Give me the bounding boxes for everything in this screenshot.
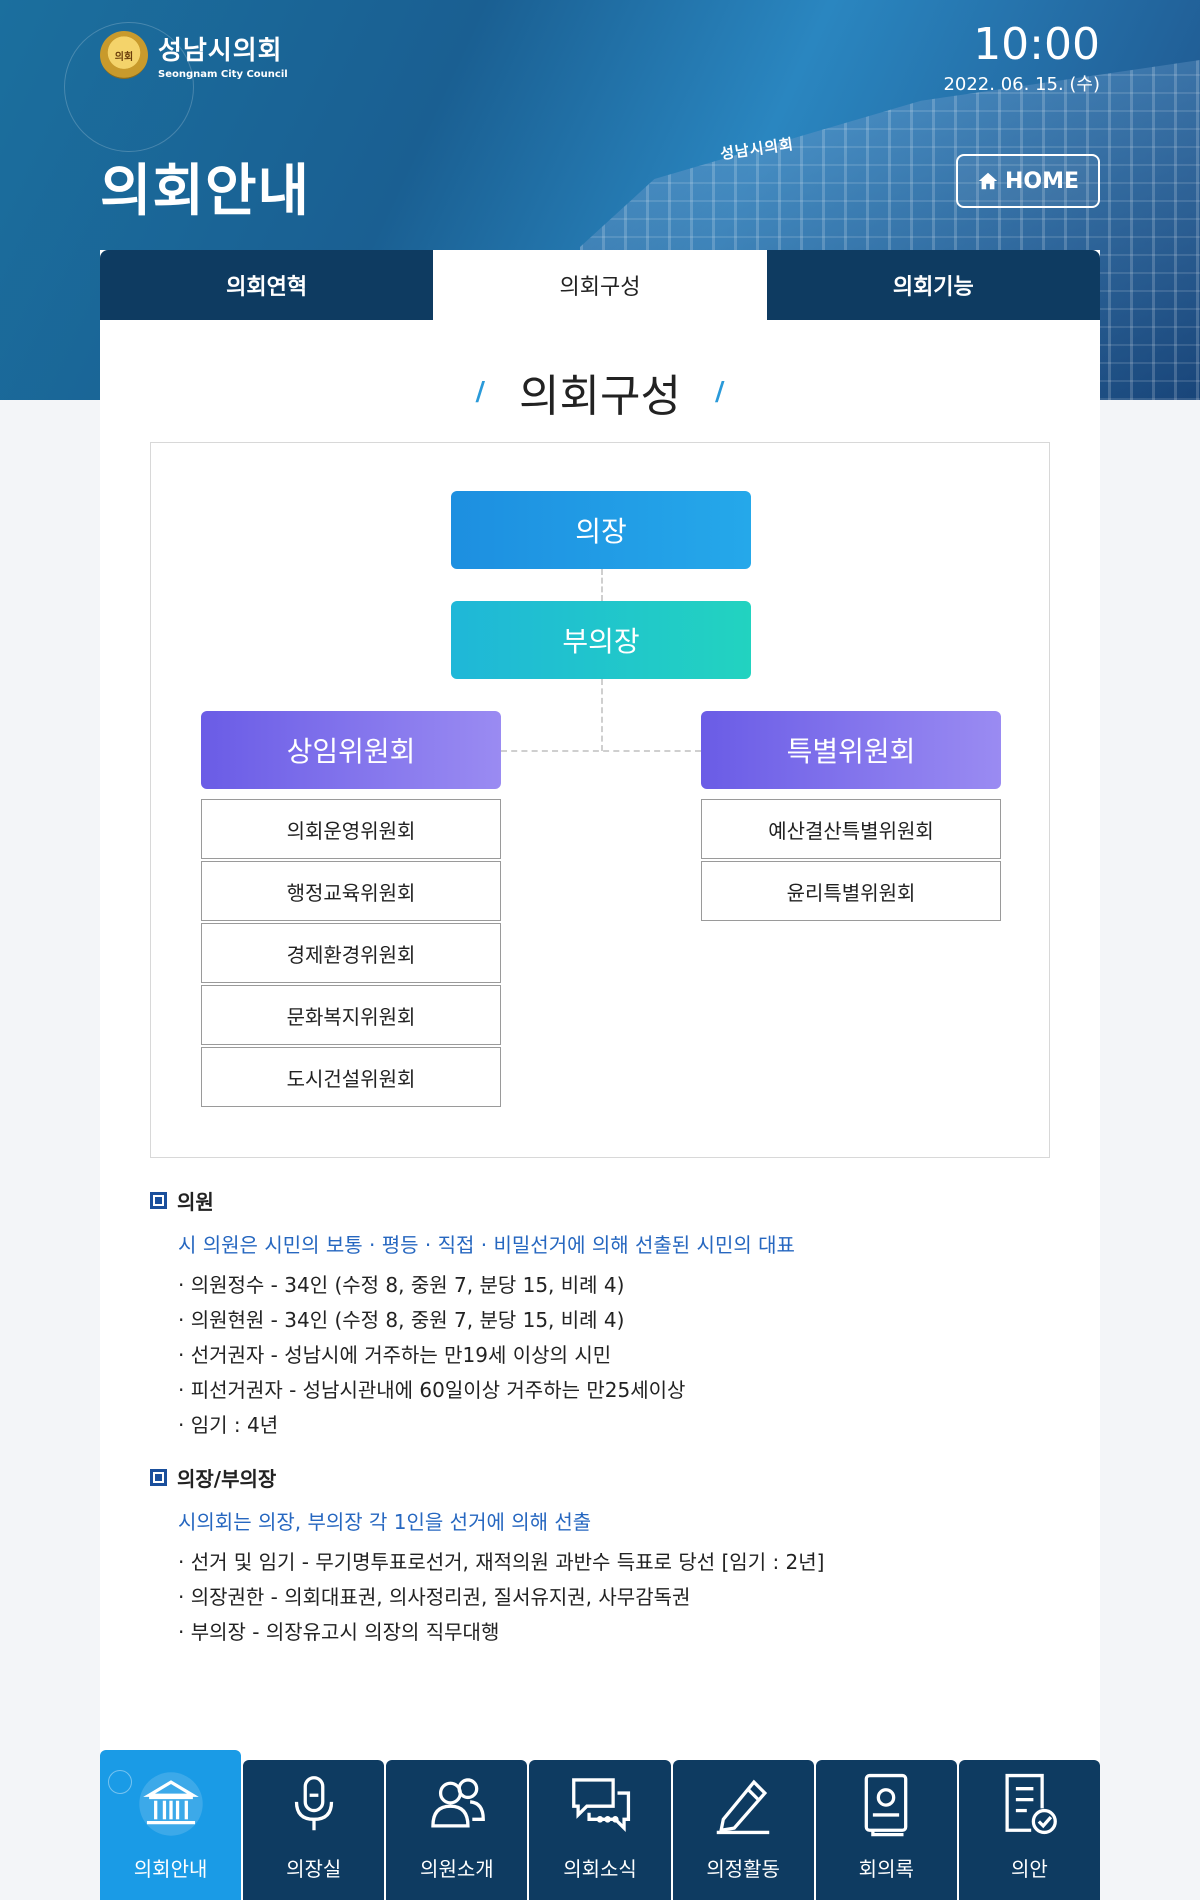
clock-time: 10:00 bbox=[973, 19, 1100, 70]
book-icon bbox=[849, 1767, 923, 1841]
nav-label: 의장실 bbox=[286, 1857, 342, 1881]
microphone-icon bbox=[277, 1767, 351, 1841]
members-lead: 시 의원은 시민의 보통 · 평등 · 직접 · 비밀선거에 의해 선출된 시민… bbox=[178, 1233, 795, 1257]
home-button-label: HOME bbox=[1004, 168, 1080, 194]
nav-minutes[interactable]: 회의록 bbox=[815, 1760, 957, 1900]
slash-accent-icon: / bbox=[475, 377, 486, 407]
nav-members[interactable]: 의원소개 bbox=[386, 1760, 528, 1900]
square-bullet-icon bbox=[150, 1192, 167, 1209]
nav-label: 의회안내 bbox=[133, 1857, 208, 1881]
org-chairman: 의장 bbox=[451, 491, 751, 569]
emblem-label: 의회 bbox=[114, 51, 134, 63]
nav-label: 회의록 bbox=[858, 1857, 914, 1881]
connector-line bbox=[501, 750, 701, 752]
home-button[interactable]: HOME bbox=[956, 154, 1100, 208]
org-chart: 의장 부의장 상임위원회 특별위원회 의회운영위원회 행정교육위원회 경제환경위… bbox=[150, 442, 1050, 1158]
list-item: · 의장권한 - 의회대표권, 의사정리권, 질서유지권, 사무감독권 bbox=[178, 1585, 691, 1609]
nav-label: 의안 bbox=[1011, 1857, 1048, 1881]
info-section: 의원 시 의원은 시민의 보통 · 평등 · 직접 · 비밀선거에 의해 선출된… bbox=[150, 1186, 1050, 1670]
connector-line bbox=[601, 569, 603, 601]
committee-item: 윤리특별위원회 bbox=[701, 861, 1001, 921]
pencil-icon bbox=[706, 1767, 780, 1841]
nav-activities[interactable]: 의정활동 bbox=[672, 1760, 814, 1900]
section-heading: / 의회구성 / bbox=[100, 360, 1100, 424]
nav-council-guide[interactable]: 의회안내 bbox=[100, 1750, 242, 1900]
tab-function[interactable]: 의회기능 bbox=[766, 250, 1100, 320]
chairs-info: 의장/부의장 시의회는 의장, 부의장 각 1인을 선거에 의해 선출 · 선거… bbox=[150, 1463, 1050, 1650]
tab-composition[interactable]: 의회구성 bbox=[433, 250, 767, 320]
committee-item: 도시건설위원회 bbox=[201, 1047, 501, 1107]
bottom-nav: 의회안내 의장실 의원소개 의회소식 의정활동 회의록 의안 bbox=[100, 1750, 1100, 1900]
list-item: · 선거 및 임기 - 무기명투표로선거, 재적의원 과반수 득표로 당선 [임… bbox=[178, 1550, 825, 1574]
list-item: · 선거권자 - 성남시에 거주하는 만19세 이상의 시민 bbox=[178, 1343, 612, 1367]
nav-label: 의정활동 bbox=[706, 1857, 780, 1881]
org-special-committee: 특별위원회 bbox=[701, 711, 1001, 789]
nav-bills[interactable]: 의안 bbox=[958, 1760, 1100, 1900]
slash-accent-icon: / bbox=[714, 377, 725, 407]
logo-name-en: Seongnam City Council bbox=[158, 69, 288, 80]
list-item: · 피선거권자 - 성남시관내에 60일이상 거주하는 만25세이상 bbox=[178, 1378, 686, 1402]
org-standing-committee: 상임위원회 bbox=[201, 711, 501, 789]
tab-history[interactable]: 의회연혁 bbox=[100, 250, 434, 320]
org-vice-chairman: 부의장 bbox=[451, 601, 751, 679]
emblem-icon: 의회 bbox=[100, 31, 148, 79]
chairs-heading: 의장/부의장 bbox=[150, 1463, 1050, 1492]
home-icon bbox=[978, 172, 998, 190]
page-title: 의회안내 bbox=[100, 159, 311, 224]
list-item: · 의원현원 - 34인 (수정 8, 중원 7, 분당 15, 비례 4) bbox=[178, 1308, 625, 1332]
members-heading: 의원 bbox=[150, 1186, 1050, 1215]
list-item: · 임기 : 4년 bbox=[178, 1413, 279, 1437]
clock: 10:00 2022. 06. 15. (수) bbox=[943, 22, 1100, 96]
building-icon bbox=[134, 1767, 208, 1841]
committee-item: 의회운영위원회 bbox=[201, 799, 501, 859]
council-logo[interactable]: 의회 성남시의회 Seongnam City Council bbox=[100, 30, 288, 80]
members-heading-text: 의원 bbox=[177, 1190, 214, 1214]
committee-item: 경제환경위원회 bbox=[201, 923, 501, 983]
people-icon bbox=[420, 1767, 494, 1841]
clock-date: 2022. 06. 15. (수) bbox=[943, 74, 1100, 95]
logo-name-ko: 성남시의회 bbox=[158, 36, 283, 66]
chairs-heading-text: 의장/부의장 bbox=[177, 1467, 277, 1491]
chat-icon bbox=[563, 1767, 637, 1841]
list-item: · 의원정수 - 34인 (수정 8, 중원 7, 분당 15, 비례 4) bbox=[178, 1273, 625, 1297]
nav-news[interactable]: 의회소식 bbox=[529, 1760, 671, 1900]
nav-label: 의회소식 bbox=[563, 1857, 637, 1881]
connector-line bbox=[601, 679, 603, 751]
tab-bar: 의회연혁 의회구성 의회기능 bbox=[100, 250, 1100, 320]
chairs-lead: 시의회는 의장, 부의장 각 1인을 선거에 의해 선출 bbox=[178, 1510, 592, 1534]
nav-chairman-office[interactable]: 의장실 bbox=[243, 1760, 385, 1900]
document-check-icon bbox=[992, 1767, 1066, 1841]
committee-item: 문화복지위원회 bbox=[201, 985, 501, 1045]
section-title: 의회구성 bbox=[519, 371, 681, 422]
committee-item: 행정교육위원회 bbox=[201, 861, 501, 921]
square-bullet-icon bbox=[150, 1469, 167, 1486]
list-item: · 부의장 - 의장유고시 의장의 직무대행 bbox=[178, 1620, 500, 1644]
nav-label: 의원소개 bbox=[420, 1857, 494, 1881]
committee-item: 예산결산특별위원회 bbox=[701, 799, 1001, 859]
members-info: 의원 시 의원은 시민의 보통 · 평등 · 직접 · 비밀선거에 의해 선출된… bbox=[150, 1186, 1050, 1443]
content-card: 의회연혁 의회구성 의회기능 / 의회구성 / 의장 부의장 상임위원회 특별위… bbox=[100, 250, 1100, 1900]
